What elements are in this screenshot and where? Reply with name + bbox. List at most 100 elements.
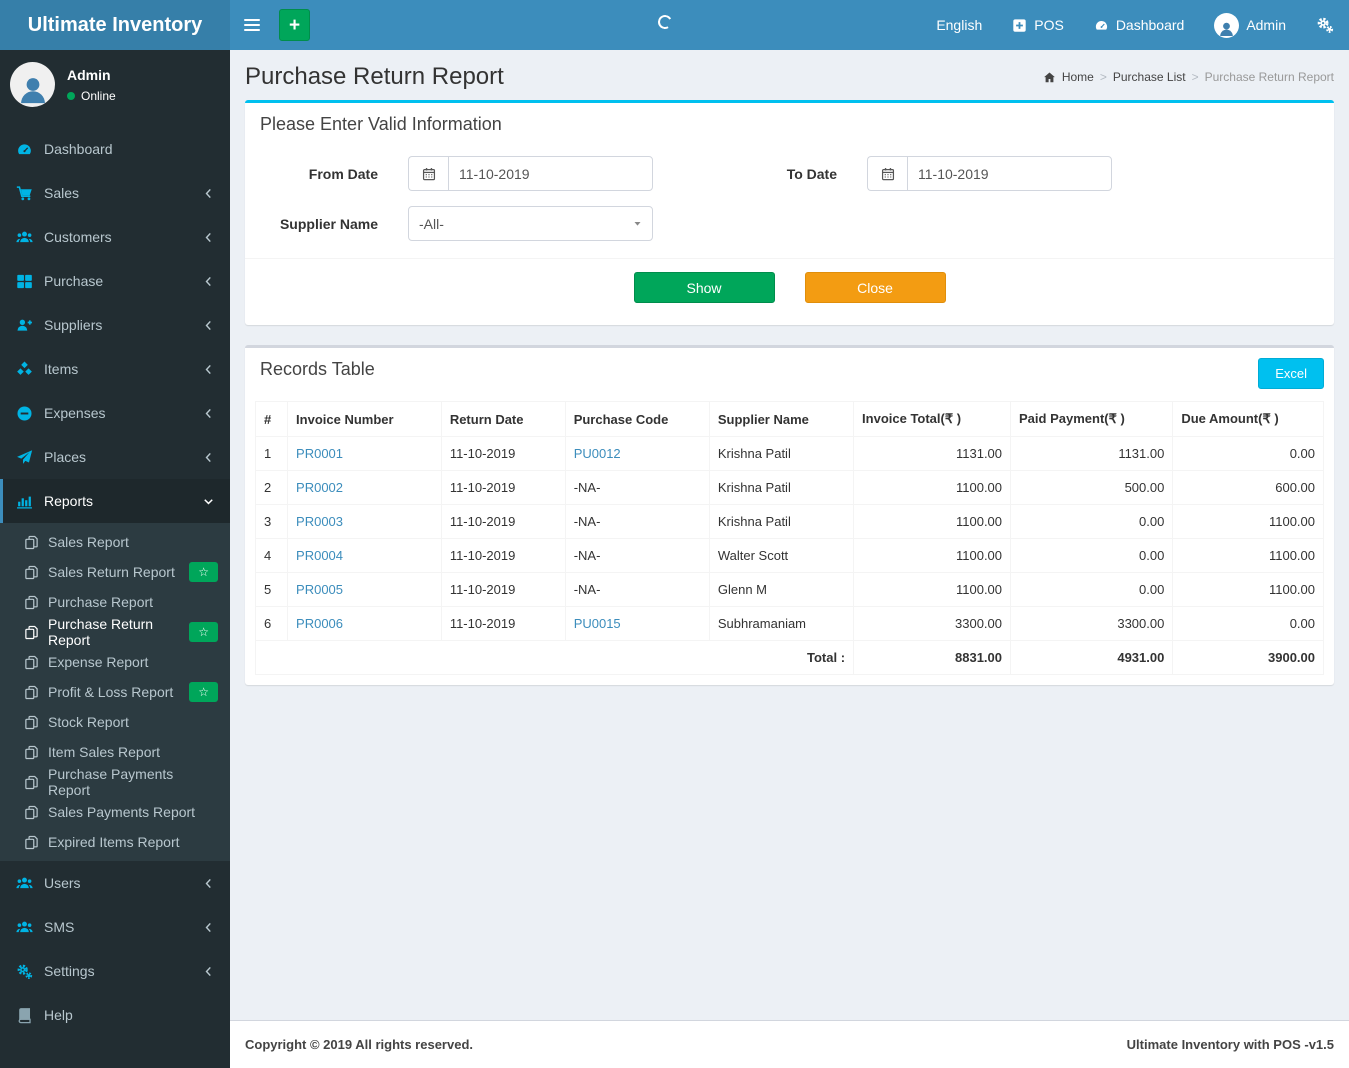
sidebar-item-expenses[interactable]: Expenses: [0, 391, 230, 435]
plus-icon: +: [288, 14, 301, 36]
gauge-icon: [1094, 18, 1109, 33]
sidebar-item-reports[interactable]: Reports: [0, 479, 230, 523]
sidebar-item-sms[interactable]: SMS: [0, 905, 230, 949]
submenu-item-item-sales-report[interactable]: Item Sales Report: [0, 737, 230, 767]
submenu-item-label: Purchase Payments Report: [48, 766, 174, 798]
table-row: 4 PR0004 11-10-2019 -NA- Walter Scott 11…: [254, 538, 1324, 573]
user-menu[interactable]: Admin: [1199, 0, 1301, 50]
submenu-item-sales-return-report[interactable]: Sales Return Report ☆: [0, 557, 230, 587]
chevron-left-icon: [202, 275, 215, 288]
invoice-total-cell: 1100.00: [853, 538, 1012, 573]
sidebar-item-label: Purchase: [44, 273, 104, 289]
sidebar-item-help[interactable]: Help: [0, 993, 230, 1037]
sidebar-item-places[interactable]: Places: [0, 435, 230, 479]
submenu-item-expired-items-report[interactable]: Expired Items Report: [0, 827, 230, 857]
sidebar-item-purchase[interactable]: Purchase: [0, 259, 230, 303]
sidebar-item-sales[interactable]: Sales: [0, 171, 230, 215]
copy-icon: [24, 745, 39, 760]
due-amount-cell: 1100.00: [1172, 504, 1324, 539]
calendar-icon[interactable]: [867, 156, 907, 191]
quick-add-button[interactable]: +: [279, 9, 310, 41]
submenu-item-expense-report[interactable]: Expense Report: [0, 647, 230, 677]
submenu-item-sales-report[interactable]: Sales Report: [0, 527, 230, 557]
records-tbody: 1 PR0001 11-10-2019 PU0012 Krishna Patil…: [254, 436, 1324, 641]
calendar-icon[interactable]: [408, 156, 448, 191]
sidebar-item-dashboard[interactable]: Dashboard: [0, 127, 230, 171]
sidebar-item-settings[interactable]: Settings: [0, 949, 230, 993]
submenu-item-profit-loss-report[interactable]: Profit & Loss Report ☆: [0, 677, 230, 707]
breadcrumb-home[interactable]: Home: [1062, 70, 1094, 84]
show-button[interactable]: Show: [633, 272, 775, 303]
grid-icon: [15, 273, 34, 290]
minus-circle-icon: [15, 405, 34, 422]
paid-payment-cell: 0.00: [1010, 538, 1174, 573]
table-row: 5 PR0005 11-10-2019 -NA- Glenn M 1100.00…: [254, 572, 1324, 607]
table-row: 6 PR0006 11-10-2019 PU0015 Subhramaniam …: [254, 606, 1324, 641]
invoice-number-cell: PR0003: [287, 504, 442, 539]
submenu-item-purchase-payments-report[interactable]: Purchase Payments Report: [0, 766, 230, 798]
submenu-item-purchase-report[interactable]: Purchase Report: [0, 587, 230, 617]
copy-icon: [24, 565, 39, 580]
excel-export-button[interactable]: Excel: [1258, 358, 1324, 389]
purchase-code-cell: -NA-: [564, 538, 710, 573]
brand-logo[interactable]: Ultimate Inventory: [0, 0, 230, 50]
supplier-name-cell: Krishna Patil: [708, 504, 855, 539]
from-date-input[interactable]: [448, 156, 653, 191]
purchase-code-cell: -NA-: [564, 572, 710, 607]
page-title: Purchase Return Report: [245, 63, 504, 90]
language-menu[interactable]: English: [921, 0, 997, 50]
sidebar-item-suppliers[interactable]: Suppliers: [0, 303, 230, 347]
column-header-paid-payment: Paid Payment(₹ ): [1010, 401, 1174, 437]
gears-icon: [1316, 16, 1334, 34]
submenu-item-stock-report[interactable]: Stock Report: [0, 707, 230, 737]
caret-down-icon: [632, 218, 643, 229]
breadcrumb-current: Purchase Return Report: [1204, 70, 1334, 84]
settings-menu[interactable]: [1301, 0, 1349, 50]
copy-icon: [24, 595, 39, 610]
pos-link[interactable]: POS: [997, 0, 1079, 50]
supplier-select[interactable]: -All-: [408, 206, 653, 241]
copy-icon: [24, 625, 39, 640]
paid-payment-cell: 0.00: [1010, 504, 1174, 539]
sidebar-item-users[interactable]: Users: [0, 861, 230, 905]
records-table: # Invoice Number Return Date Purchase Code S…: [254, 401, 1324, 675]
user-status: Online: [67, 89, 116, 103]
main-content: Purchase Return Report Home > Purchase L…: [230, 50, 1349, 1068]
submenu-item-label: Sales Return Report: [48, 564, 175, 580]
close-button[interactable]: Close: [804, 272, 946, 303]
purchase-code-link[interactable]: PU0015: [574, 616, 621, 631]
due-amount-cell: 1100.00: [1172, 538, 1324, 573]
paid-payment-cell: 1131.00: [1010, 436, 1174, 471]
submenu-item-purchase-return-report[interactable]: Purchase Return Report ☆: [0, 616, 230, 648]
submenu-item-label: Purchase Report: [48, 594, 154, 610]
purchase-code-cell: PU0012: [564, 436, 710, 471]
sidebar-item-items[interactable]: Items: [0, 347, 230, 391]
user-plus-icon: [15, 317, 34, 334]
star-badge: ☆: [189, 562, 218, 582]
invoice-number-link[interactable]: PR0002: [296, 480, 343, 495]
invoice-number-link[interactable]: PR0005: [296, 582, 343, 597]
sidebar-item-customers[interactable]: Customers: [0, 215, 230, 259]
invoice-number-link[interactable]: PR0006: [296, 616, 343, 631]
row-number-cell: 2: [254, 470, 289, 505]
filter-form: From Date To Date Supplier Name -All-: [245, 146, 1334, 258]
invoice-number-link[interactable]: PR0001: [296, 446, 343, 461]
invoice-number-link[interactable]: PR0004: [296, 548, 343, 563]
row-number-cell: 4: [254, 538, 289, 573]
dashboard-link[interactable]: Dashboard: [1079, 0, 1200, 50]
supplier-name-cell: Krishna Patil: [708, 470, 855, 505]
to-date-input[interactable]: [907, 156, 1112, 191]
paid-payment-cell: 3300.00: [1010, 606, 1174, 641]
copyright-text: Copyright © 2019 All rights reserved.: [245, 1037, 474, 1052]
purchase-code-cell: -NA-: [564, 504, 710, 539]
page-footer: Copyright © 2019 All rights reserved. Ul…: [230, 1020, 1349, 1068]
sidebar-toggle-button[interactable]: [230, 0, 274, 50]
copy-icon: [24, 685, 39, 700]
breadcrumb-purchase-list[interactable]: Purchase List: [1113, 70, 1186, 84]
invoice-number-link[interactable]: PR0003: [296, 514, 343, 529]
row-number-cell: 6: [254, 606, 289, 641]
sidebar-item-label: Users: [44, 875, 81, 891]
submenu-item-sales-payments-report[interactable]: Sales Payments Report: [0, 797, 230, 827]
purchase-code-link[interactable]: PU0012: [574, 446, 621, 461]
chevron-left-icon: [202, 231, 215, 244]
